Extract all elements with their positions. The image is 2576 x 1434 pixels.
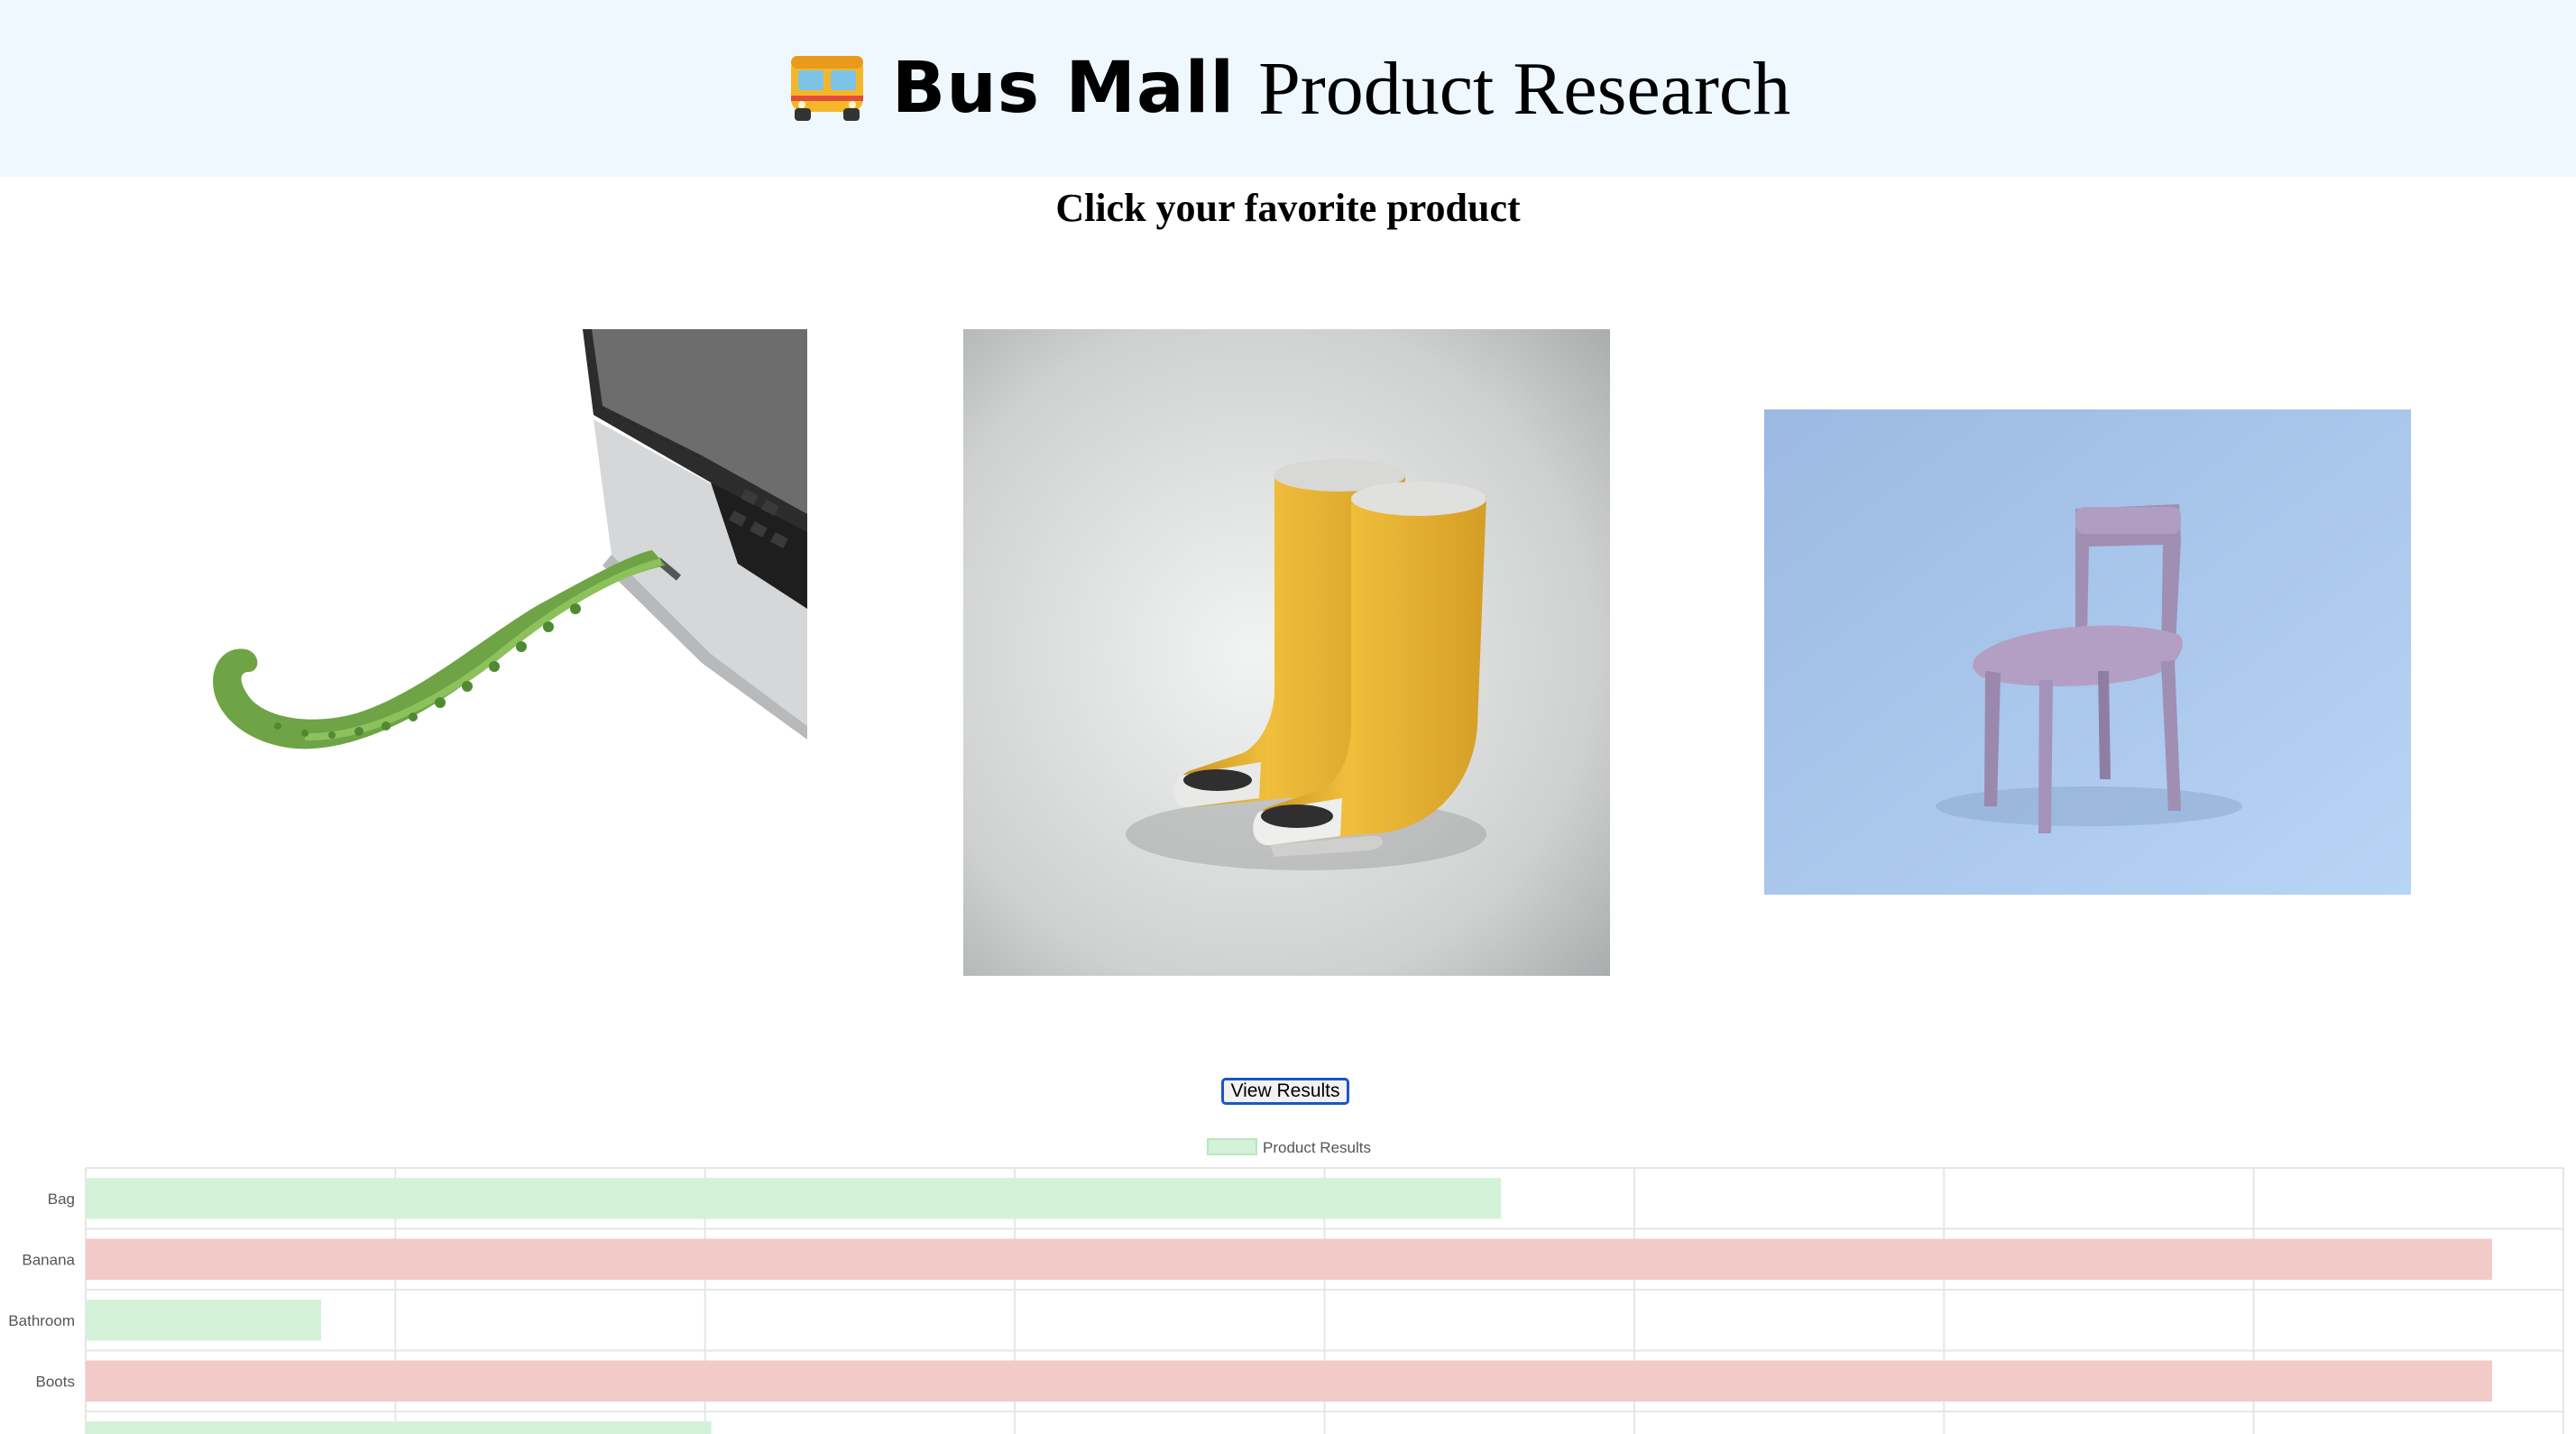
bar-chart: Product Results Bag Banana Bathroom Boots — [8, 1138, 2564, 1434]
brand-name: Bus Mall — [891, 48, 1236, 129]
page-header: Bus Mall Product Research — [0, 0, 2576, 177]
results-chart: Product Results Bag Banana Bathroom Boots — [0, 1127, 2576, 1434]
tick-label-bathroom: Bathroom — [8, 1312, 75, 1329]
bar-item — [86, 1421, 712, 1434]
legend-swatch — [1207, 1138, 1257, 1155]
yellow-boots-image — [963, 329, 1610, 976]
page-title: Bus Mall Product Research — [786, 45, 1790, 133]
product-image-chair[interactable] — [1764, 409, 2411, 895]
bar-bag — [86, 1178, 1502, 1219]
view-results-button[interactable]: View Results — [1221, 1078, 1349, 1105]
product-image-boots[interactable] — [963, 329, 1610, 976]
purple-chair-image — [1764, 409, 2411, 895]
tentacle-usb-image — [161, 329, 807, 852]
legend-label: Product Results — [1263, 1139, 1371, 1156]
bar-bathroom — [86, 1300, 321, 1341]
title-text: Product Research — [1258, 46, 1791, 131]
product-image-usb[interactable] — [161, 329, 807, 852]
tick-label-boots: Boots — [36, 1373, 75, 1390]
bar-banana — [86, 1238, 2493, 1280]
bus-icon — [786, 52, 869, 124]
bar-boots — [86, 1360, 2493, 1402]
tick-label-bag: Bag — [48, 1190, 75, 1208]
instruction-text: Click your favorite product — [1055, 186, 1521, 230]
tick-label-banana: Banana — [22, 1251, 75, 1268]
